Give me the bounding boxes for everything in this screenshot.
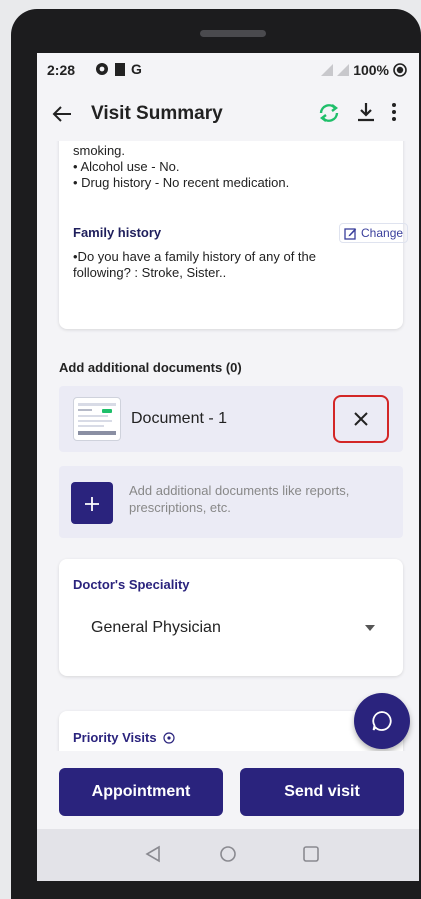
priority-visits-header: Priority Visits bbox=[73, 730, 175, 745]
add-document-hint: Add additional documents like reports, p… bbox=[129, 483, 350, 515]
sync-icon[interactable] bbox=[317, 101, 341, 125]
document-preview-icon bbox=[78, 403, 116, 435]
help-icon[interactable] bbox=[162, 731, 175, 744]
add-document-button[interactable] bbox=[71, 482, 113, 524]
priority-visits-label: Priority Visits bbox=[73, 730, 157, 745]
status-bar: 2:28 G 100% bbox=[37, 53, 419, 87]
edit-icon bbox=[344, 227, 357, 240]
family-history-text: •Do you have a family history of any of … bbox=[73, 249, 317, 280]
square-icon bbox=[115, 62, 125, 76]
download-icon[interactable] bbox=[355, 101, 377, 123]
send-visit-button[interactable]: Send visit bbox=[240, 768, 404, 816]
gear-icon bbox=[96, 63, 108, 75]
battery-icon bbox=[393, 63, 407, 77]
nav-recents-icon[interactable] bbox=[303, 846, 319, 862]
phone-speaker bbox=[200, 30, 266, 37]
plus-icon bbox=[85, 497, 99, 511]
status-left-icons: G bbox=[95, 62, 144, 76]
signal-icon bbox=[337, 64, 350, 76]
signal-icon bbox=[321, 64, 334, 76]
more-icon[interactable] bbox=[391, 102, 397, 122]
document-thumbnail bbox=[73, 397, 121, 441]
appointment-button[interactable]: Appointment bbox=[59, 768, 223, 816]
status-time: 2:28 bbox=[47, 62, 76, 78]
navigation-bar bbox=[37, 829, 419, 881]
speciality-label: Doctor's Speciality bbox=[73, 577, 190, 592]
battery-percent: 100% bbox=[353, 62, 389, 78]
status-right: 100% bbox=[321, 62, 407, 78]
medical-history-card: smoking. • Alcohol use - No. • Drug hist… bbox=[59, 141, 409, 329]
document-item[interactable]: Document - 1 bbox=[59, 386, 403, 452]
app-bar: Visit Summary bbox=[37, 87, 419, 141]
speciality-value: General Physician bbox=[91, 619, 221, 636]
scroll-content[interactable]: smoking. • Alcohol use - No. • Drug hist… bbox=[37, 141, 419, 751]
bottom-actions: Appointment Send visit bbox=[37, 751, 419, 829]
phone-frame: 2:28 G 100% Visit Summary smoking. • Alc… bbox=[11, 9, 421, 899]
speciality-card: Doctor's Speciality General Physician bbox=[59, 559, 403, 676]
priority-visits-card: Priority Visits bbox=[59, 711, 403, 751]
history-line: • Alcohol use - No. bbox=[73, 159, 180, 174]
change-label: Change bbox=[361, 226, 404, 240]
remove-document-button[interactable] bbox=[333, 395, 389, 443]
g-icon: G bbox=[131, 62, 142, 76]
documents-section-title: Add additional documents (0) bbox=[59, 360, 242, 375]
history-line: • Drug history - No recent medication. bbox=[73, 175, 290, 190]
family-history-label: Family history bbox=[73, 225, 162, 240]
screen: 2:28 G 100% Visit Summary smoking. • Alc… bbox=[37, 53, 419, 881]
history-line: smoking. bbox=[73, 143, 126, 158]
nav-back-icon[interactable] bbox=[145, 845, 161, 863]
nav-home-icon[interactable] bbox=[219, 845, 237, 863]
add-document-row[interactable]: Add additional documents like reports, p… bbox=[59, 466, 403, 538]
speciality-dropdown[interactable]: General Physician bbox=[73, 605, 389, 649]
back-arrow-icon[interactable] bbox=[51, 103, 73, 125]
chat-fab[interactable] bbox=[354, 693, 410, 749]
change-button[interactable]: Change bbox=[339, 223, 409, 243]
chat-bubble-icon bbox=[372, 711, 392, 731]
page-title: Visit Summary bbox=[91, 103, 223, 124]
svg-text:G: G bbox=[131, 62, 142, 76]
document-name: Document - 1 bbox=[131, 410, 228, 427]
dropdown-caret-icon bbox=[365, 625, 375, 631]
close-icon bbox=[335, 397, 387, 441]
